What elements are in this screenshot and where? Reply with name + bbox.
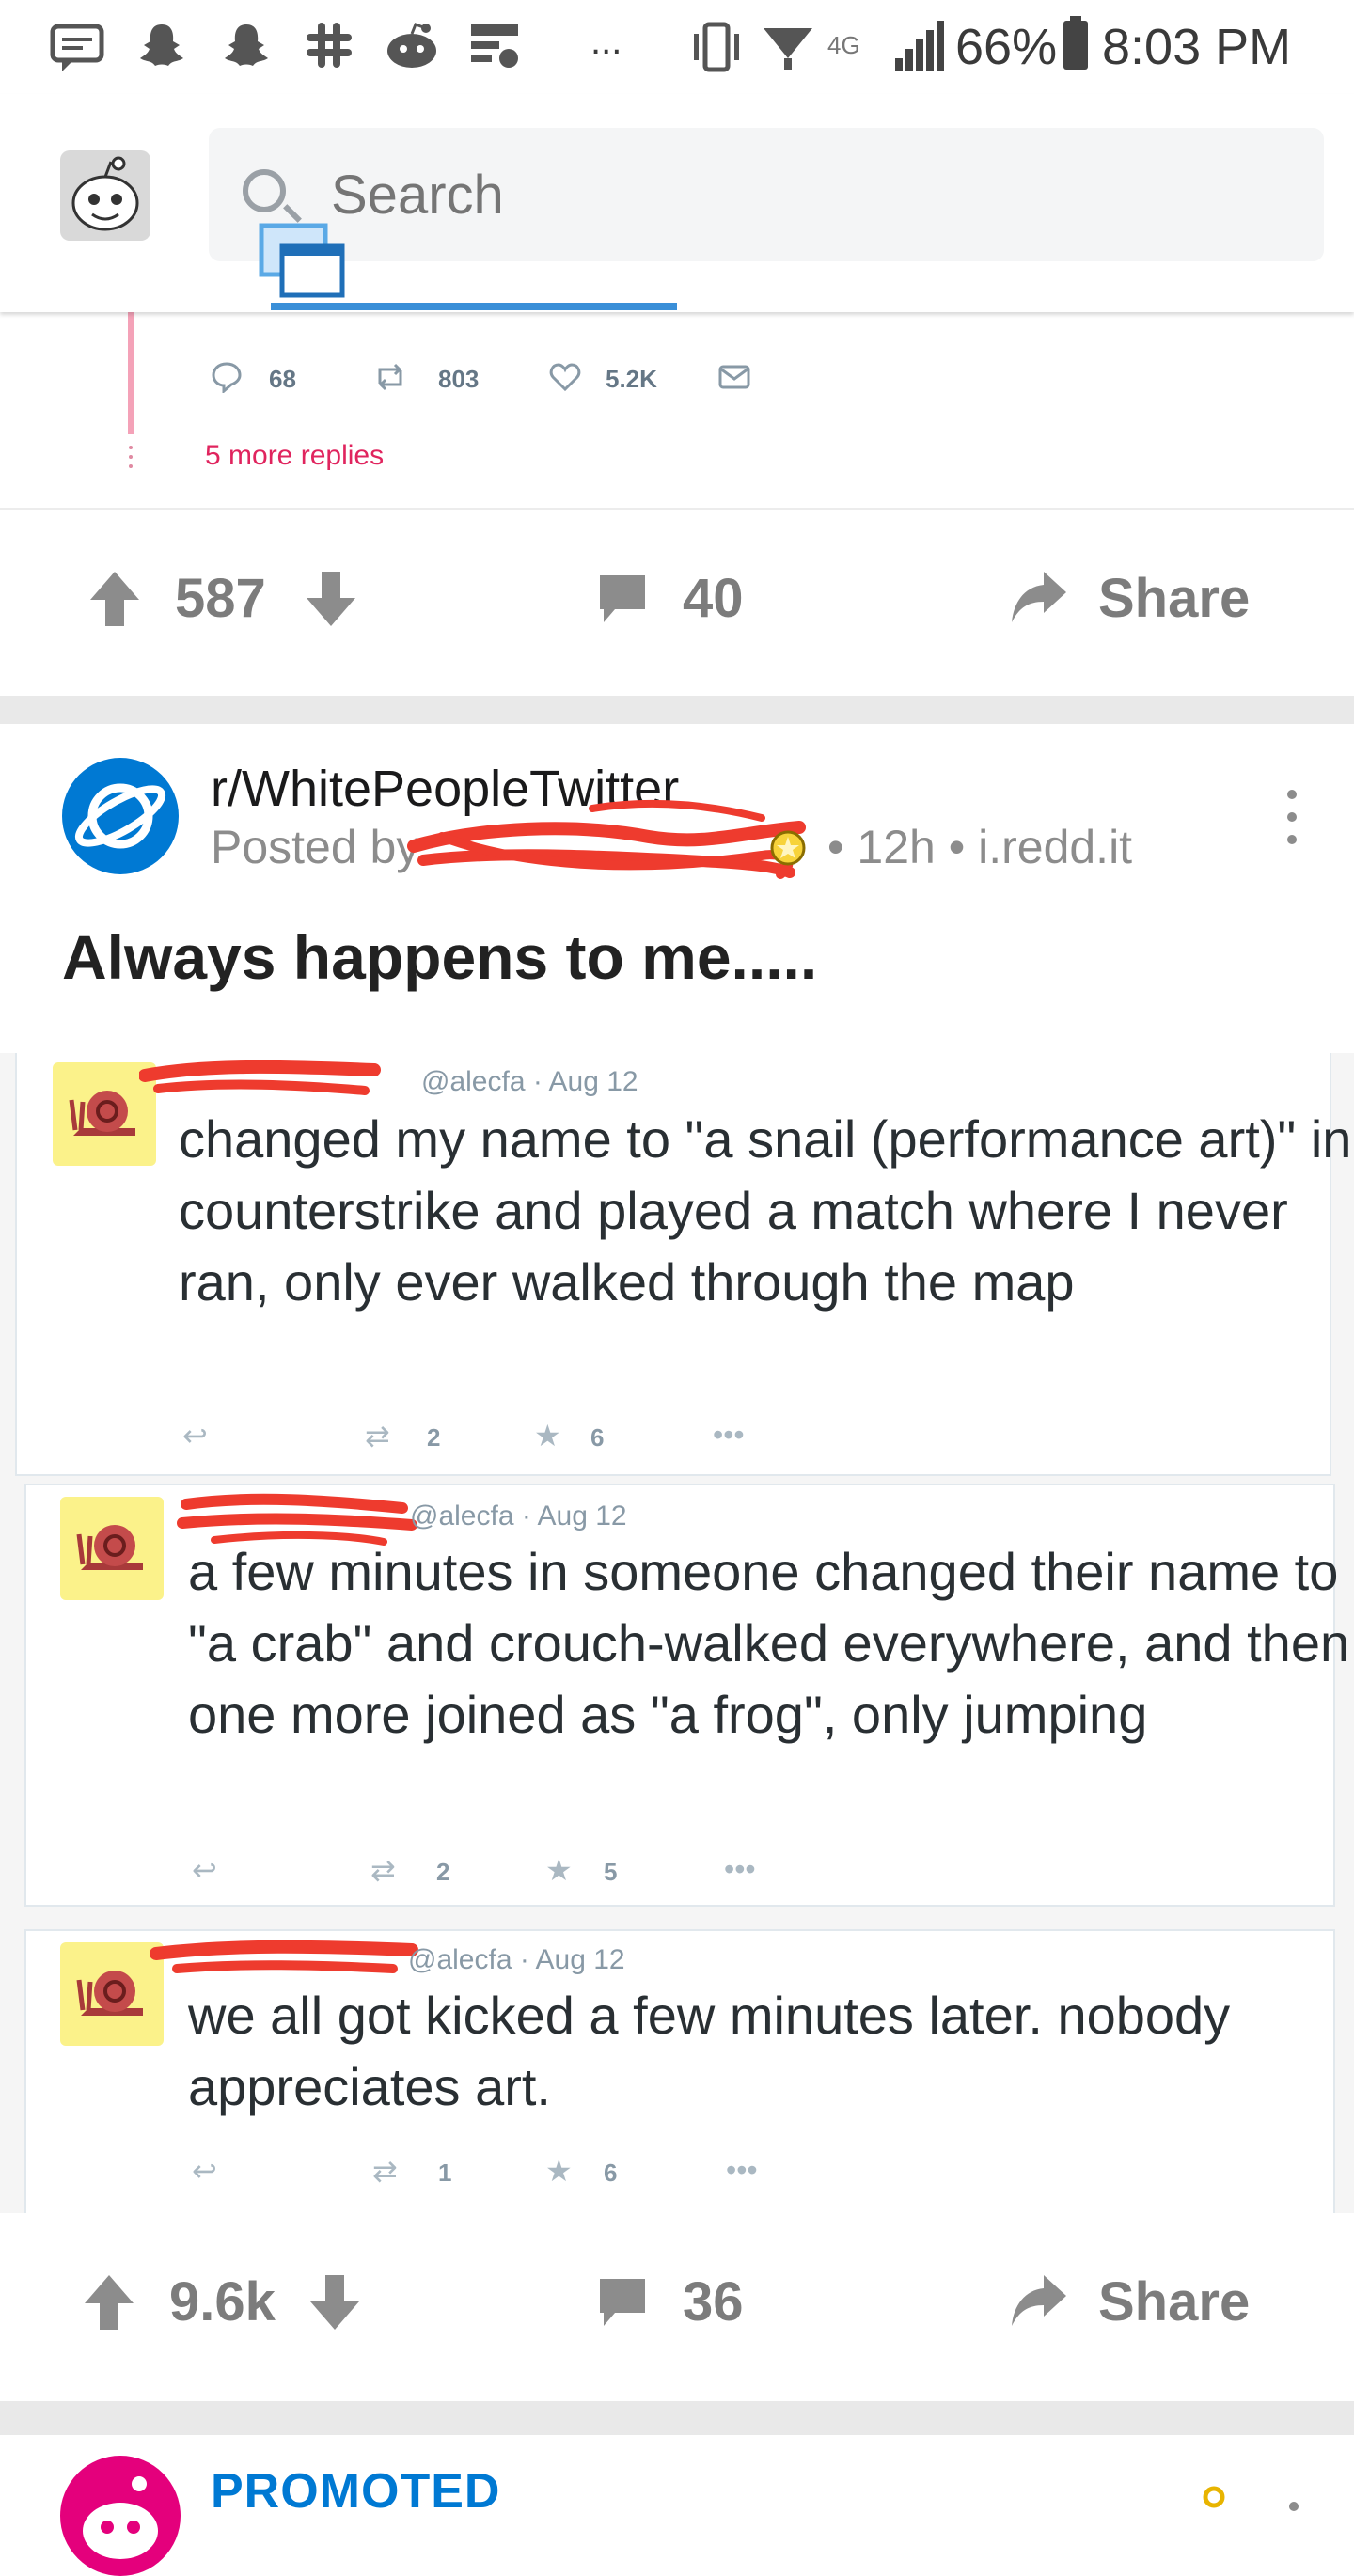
post-header: r/WhitePeopleTwitter Posted by • 12h • i… — [0, 724, 1354, 1053]
redacted-username-scribble — [407, 799, 806, 879]
downvote-button[interactable] — [307, 2271, 363, 2333]
search-icon — [243, 169, 286, 212]
search-input[interactable] — [331, 162, 1177, 228]
tweet-handle: @alecfa · Aug 12 — [408, 1944, 625, 1975]
promoted-post-header: PROMOTED — [0, 2435, 1354, 2576]
wifi-icon — [760, 21, 816, 73]
tweet-more-icon: ••• — [726, 2153, 758, 2187]
tweet-reply-icon: ↩ — [182, 1419, 208, 1453]
tweet-favorites: 5 — [604, 1858, 618, 1886]
comment-count[interactable]: 40 — [683, 568, 744, 630]
vibrate-icon — [688, 21, 745, 73]
tweet-favorite-icon: ★ — [534, 1419, 561, 1453]
upvote-button[interactable] — [81, 2271, 137, 2333]
tweet-more-icon: ••• — [724, 1852, 756, 1886]
battery-icon — [1063, 16, 1088, 70]
share-icon[interactable] — [1008, 566, 1070, 628]
floating-window-icon[interactable] — [258, 222, 348, 299]
tweet-text: changed my name to "a snail (performance… — [179, 1109, 1352, 1312]
overflow-menu-icon[interactable] — [1284, 790, 1299, 846]
tweet-favorites: 6 — [590, 1423, 605, 1452]
tweet-handle: @alecfa · Aug 12 — [410, 1500, 627, 1531]
post-image[interactable]: @alecfa · Aug 12 changed my name to "a s… — [0, 1053, 1354, 2219]
tweet-more-icon: ••• — [713, 1418, 745, 1452]
promoted-avatar[interactable] — [60, 2456, 181, 2576]
user-avatar[interactable] — [60, 150, 150, 241]
post-title[interactable]: Always happens to me..... — [62, 921, 817, 993]
tweet-retweet-count: 803 — [438, 365, 480, 393]
tweet-handle: @alecfa · Aug 12 — [421, 1066, 638, 1097]
tweet-reply-icon: ↩ — [192, 2154, 217, 2188]
snapchat-icon-2 — [218, 21, 275, 73]
overflow-menu-icon[interactable] — [1288, 2495, 1299, 2512]
tweet-retweets: 2 — [436, 1858, 450, 1886]
vote-score: 9.6k — [169, 2271, 276, 2333]
tweet-retweet-icon: ⇄ — [370, 1853, 396, 1887]
mail-icon — [718, 361, 750, 393]
post-separator — [0, 2401, 1354, 2435]
network-type: 4G — [827, 31, 860, 59]
status-bar: ... 4G 66% 8:03 PM — [0, 0, 1354, 94]
upvote-button[interactable] — [87, 568, 143, 630]
post-action-bar: 9.6k 36 Share — [0, 2213, 1354, 2401]
share-button[interactable]: Share — [1098, 568, 1250, 630]
retweet-icon — [374, 361, 406, 393]
post-separator — [0, 696, 1354, 724]
tweet-favorite-icon: ★ — [545, 2154, 573, 2188]
tweet-card: @alecfa · Aug 12 a few minutes in someon… — [24, 1484, 1349, 1907]
tweet-card: @alecfa · Aug 12 changed my name to "a s… — [15, 1053, 1351, 1476]
comment-icon[interactable] — [596, 572, 649, 626]
tweet-text: we all got kicked a few minutes later. n… — [188, 1986, 1231, 2116]
tweet-retweet-icon: ⇄ — [372, 2154, 398, 2188]
more-notifications-indicator: ... — [590, 21, 622, 62]
previous-post-image: 68 803 5.2K 5 more replies — [0, 312, 1354, 510]
redacted-name-scribble — [139, 1060, 381, 1095]
tweet-card: @alecfa · Aug 12 we all got kicked a few… — [24, 1929, 1335, 2219]
subreddit-avatar[interactable] — [62, 758, 179, 874]
share-icon[interactable] — [1008, 2270, 1070, 2332]
heart-icon — [549, 361, 581, 393]
tweet-retweets: 1 — [438, 2159, 452, 2187]
news-icon — [466, 21, 523, 73]
tweet-reply-icon: ↩ — [192, 1853, 217, 1887]
comment-icon[interactable] — [596, 2275, 649, 2330]
app-header — [0, 94, 1354, 312]
snail-avatar-icon — [60, 1497, 164, 1600]
tweet-retweet-icon: ⇄ — [365, 1419, 390, 1453]
tweet-like-count: 5.2K — [606, 365, 657, 393]
more-replies-link: 5 more replies — [205, 440, 385, 471]
search-bar[interactable] — [209, 128, 1324, 261]
message-notification-icon — [49, 21, 105, 73]
share-button[interactable]: Share — [1098, 2271, 1250, 2333]
promoted-label: PROMOTED — [211, 2464, 501, 2519]
downvote-button[interactable] — [303, 568, 359, 630]
slack-icon — [301, 21, 357, 73]
reddit-alien-icon — [384, 21, 440, 73]
clock: 8:03 PM — [1102, 19, 1292, 75]
tweet-retweets: 2 — [427, 1423, 441, 1452]
redacted-name-scribble — [150, 1940, 418, 1973]
thread-dot — [129, 455, 133, 459]
vote-score: 587 — [175, 568, 266, 629]
thread-dot — [129, 446, 133, 449]
signal-strength-icon — [895, 21, 944, 71]
reply-icon — [211, 361, 243, 395]
tweet-reply-count: 68 — [269, 365, 296, 393]
tweet-text: a few minutes in someone changed their n… — [188, 1542, 1350, 1744]
tweet-favorites: 6 — [604, 2159, 618, 2187]
post-meta: • 12h • i.redd.it — [827, 821, 1133, 873]
key-icon — [1200, 2486, 1228, 2512]
comment-count[interactable]: 36 — [683, 2271, 744, 2333]
previous-post-action-bar: 587 40 Share — [0, 510, 1354, 698]
floating-window-underline — [271, 303, 677, 310]
posted-by-label: Posted by — [211, 821, 420, 873]
tweet-favorite-icon: ★ — [545, 1853, 573, 1887]
thread-line — [128, 312, 134, 434]
snapchat-icon — [134, 21, 190, 73]
thread-dot — [129, 464, 133, 468]
user-flair-icon — [769, 829, 807, 867]
battery-percentage: 66% — [955, 19, 1058, 75]
